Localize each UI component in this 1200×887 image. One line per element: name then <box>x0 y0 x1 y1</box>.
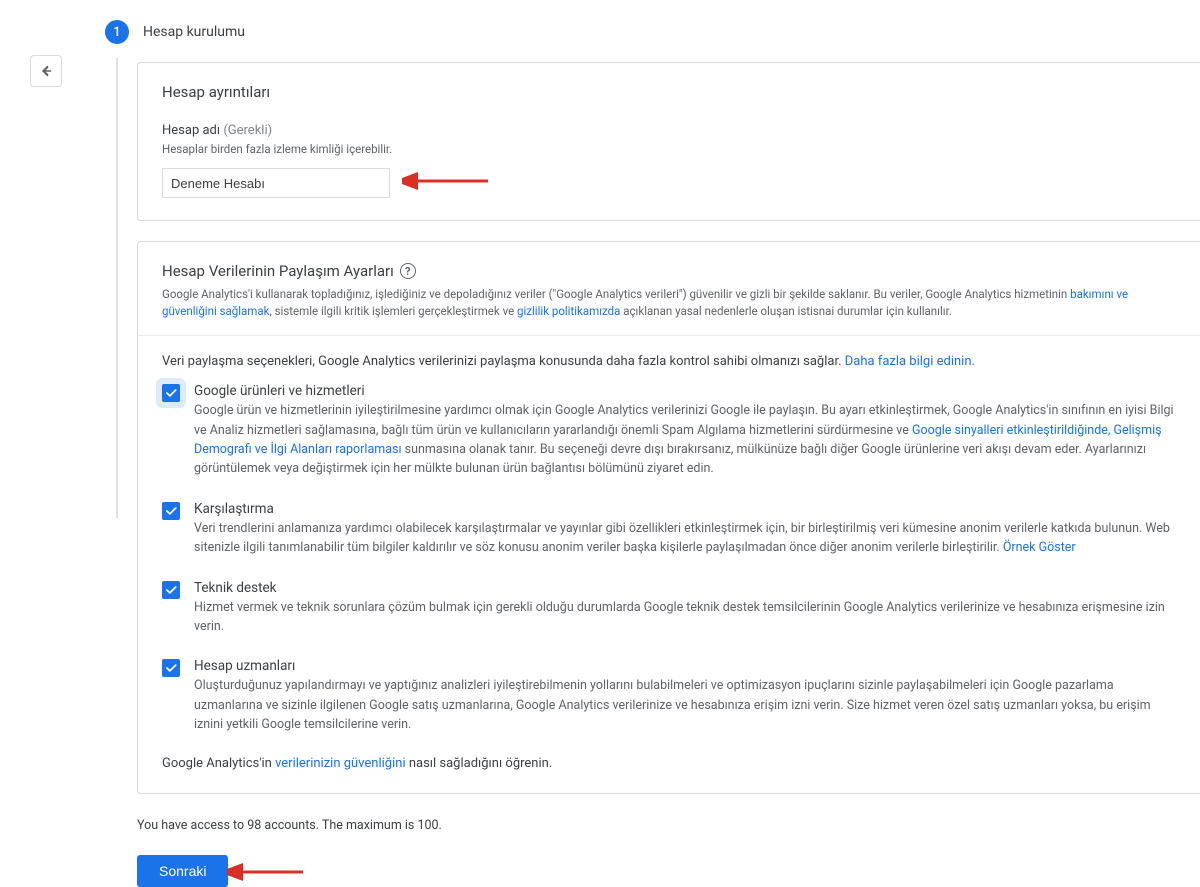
options-intro: Veri paylaşma seçenekleri, Google Analyt… <box>162 354 1176 369</box>
step-number-badge: 1 <box>105 20 129 44</box>
access-note: You have access to 98 accounts. The maxi… <box>137 818 1200 833</box>
option-desc: Google ürün ve hizmetlerinin iyileştiril… <box>194 401 1176 479</box>
checkbox-account-specialists[interactable] <box>162 659 180 677</box>
next-button[interactable]: Sonraki <box>137 855 228 887</box>
option-title: Karşılaştırma <box>194 501 1176 517</box>
option-technical-support: Teknik destek Hizmet vermek ve teknik so… <box>162 580 1176 637</box>
account-details-card: Hesap ayrıntıları Hesap adı (Gerekli) He… <box>137 62 1200 221</box>
link-show-example[interactable]: Örnek Göster <box>1003 540 1076 555</box>
checkbox-benchmarking[interactable] <box>162 502 180 520</box>
option-desc: Hizmet vermek ve teknik sorunlara çözüm … <box>194 598 1176 637</box>
help-icon[interactable]: ? <box>400 263 416 279</box>
link-data-safety[interactable]: verilerinizin güvenliğini <box>275 756 406 771</box>
checkbox-google-products[interactable] <box>162 384 180 402</box>
option-title: Google ürünleri ve hizmetleri <box>194 383 1176 399</box>
step-title: Hesap kurulumu <box>143 24 245 40</box>
annotation-arrow <box>227 857 307 887</box>
annotation-arrow <box>402 166 492 196</box>
required-tag: (Gerekli) <box>223 123 272 138</box>
account-name-label: Hesap adı (Gerekli) <box>162 123 1176 138</box>
divider <box>138 335 1200 336</box>
card-title: Hesap ayrıntıları <box>162 83 1176 101</box>
option-desc: Veri trendlerini anlamanıza yardımcı ola… <box>194 519 1176 558</box>
option-google-products: Google ürünleri ve hizmetleri Google ürü… <box>162 383 1176 479</box>
link-privacy-policy[interactable]: gizlilik politikamızda <box>517 304 620 318</box>
option-title: Teknik destek <box>194 580 1176 596</box>
step-header: 1 Hesap kurulumu <box>105 20 1200 44</box>
account-name-input[interactable] <box>162 168 390 198</box>
data-sharing-card: Hesap Verilerinin Paylaşım Ayarları ? Go… <box>137 241 1200 794</box>
sharing-title: Hesap Verilerinin Paylaşım Ayarları <box>162 262 394 280</box>
back-button[interactable] <box>30 55 62 87</box>
main-content: 1 Hesap kurulumu Hesap ayrıntıları Hesap… <box>105 20 1200 887</box>
sharing-intro: Google Analytics'i kullanarak topladığın… <box>162 286 1176 319</box>
option-benchmarking: Karşılaştırma Veri trendlerini anlamanız… <box>162 501 1176 558</box>
checkbox-technical-support[interactable] <box>162 581 180 599</box>
option-title: Hesap uzmanları <box>194 658 1176 674</box>
account-name-hint: Hesaplar birden fazla izleme kimliği içe… <box>162 142 1176 156</box>
account-name-label-text: Hesap adı <box>162 123 220 138</box>
option-account-specialists: Hesap uzmanları Oluşturduğunuz yapılandı… <box>162 658 1176 734</box>
option-desc: Oluşturduğunuz yapılandırmayı ve yaptığı… <box>194 676 1176 734</box>
sharing-footer: Google Analytics'in verilerinizin güvenl… <box>162 756 1176 771</box>
link-learn-more[interactable]: Daha fazla bilgi edinin. <box>845 354 975 369</box>
